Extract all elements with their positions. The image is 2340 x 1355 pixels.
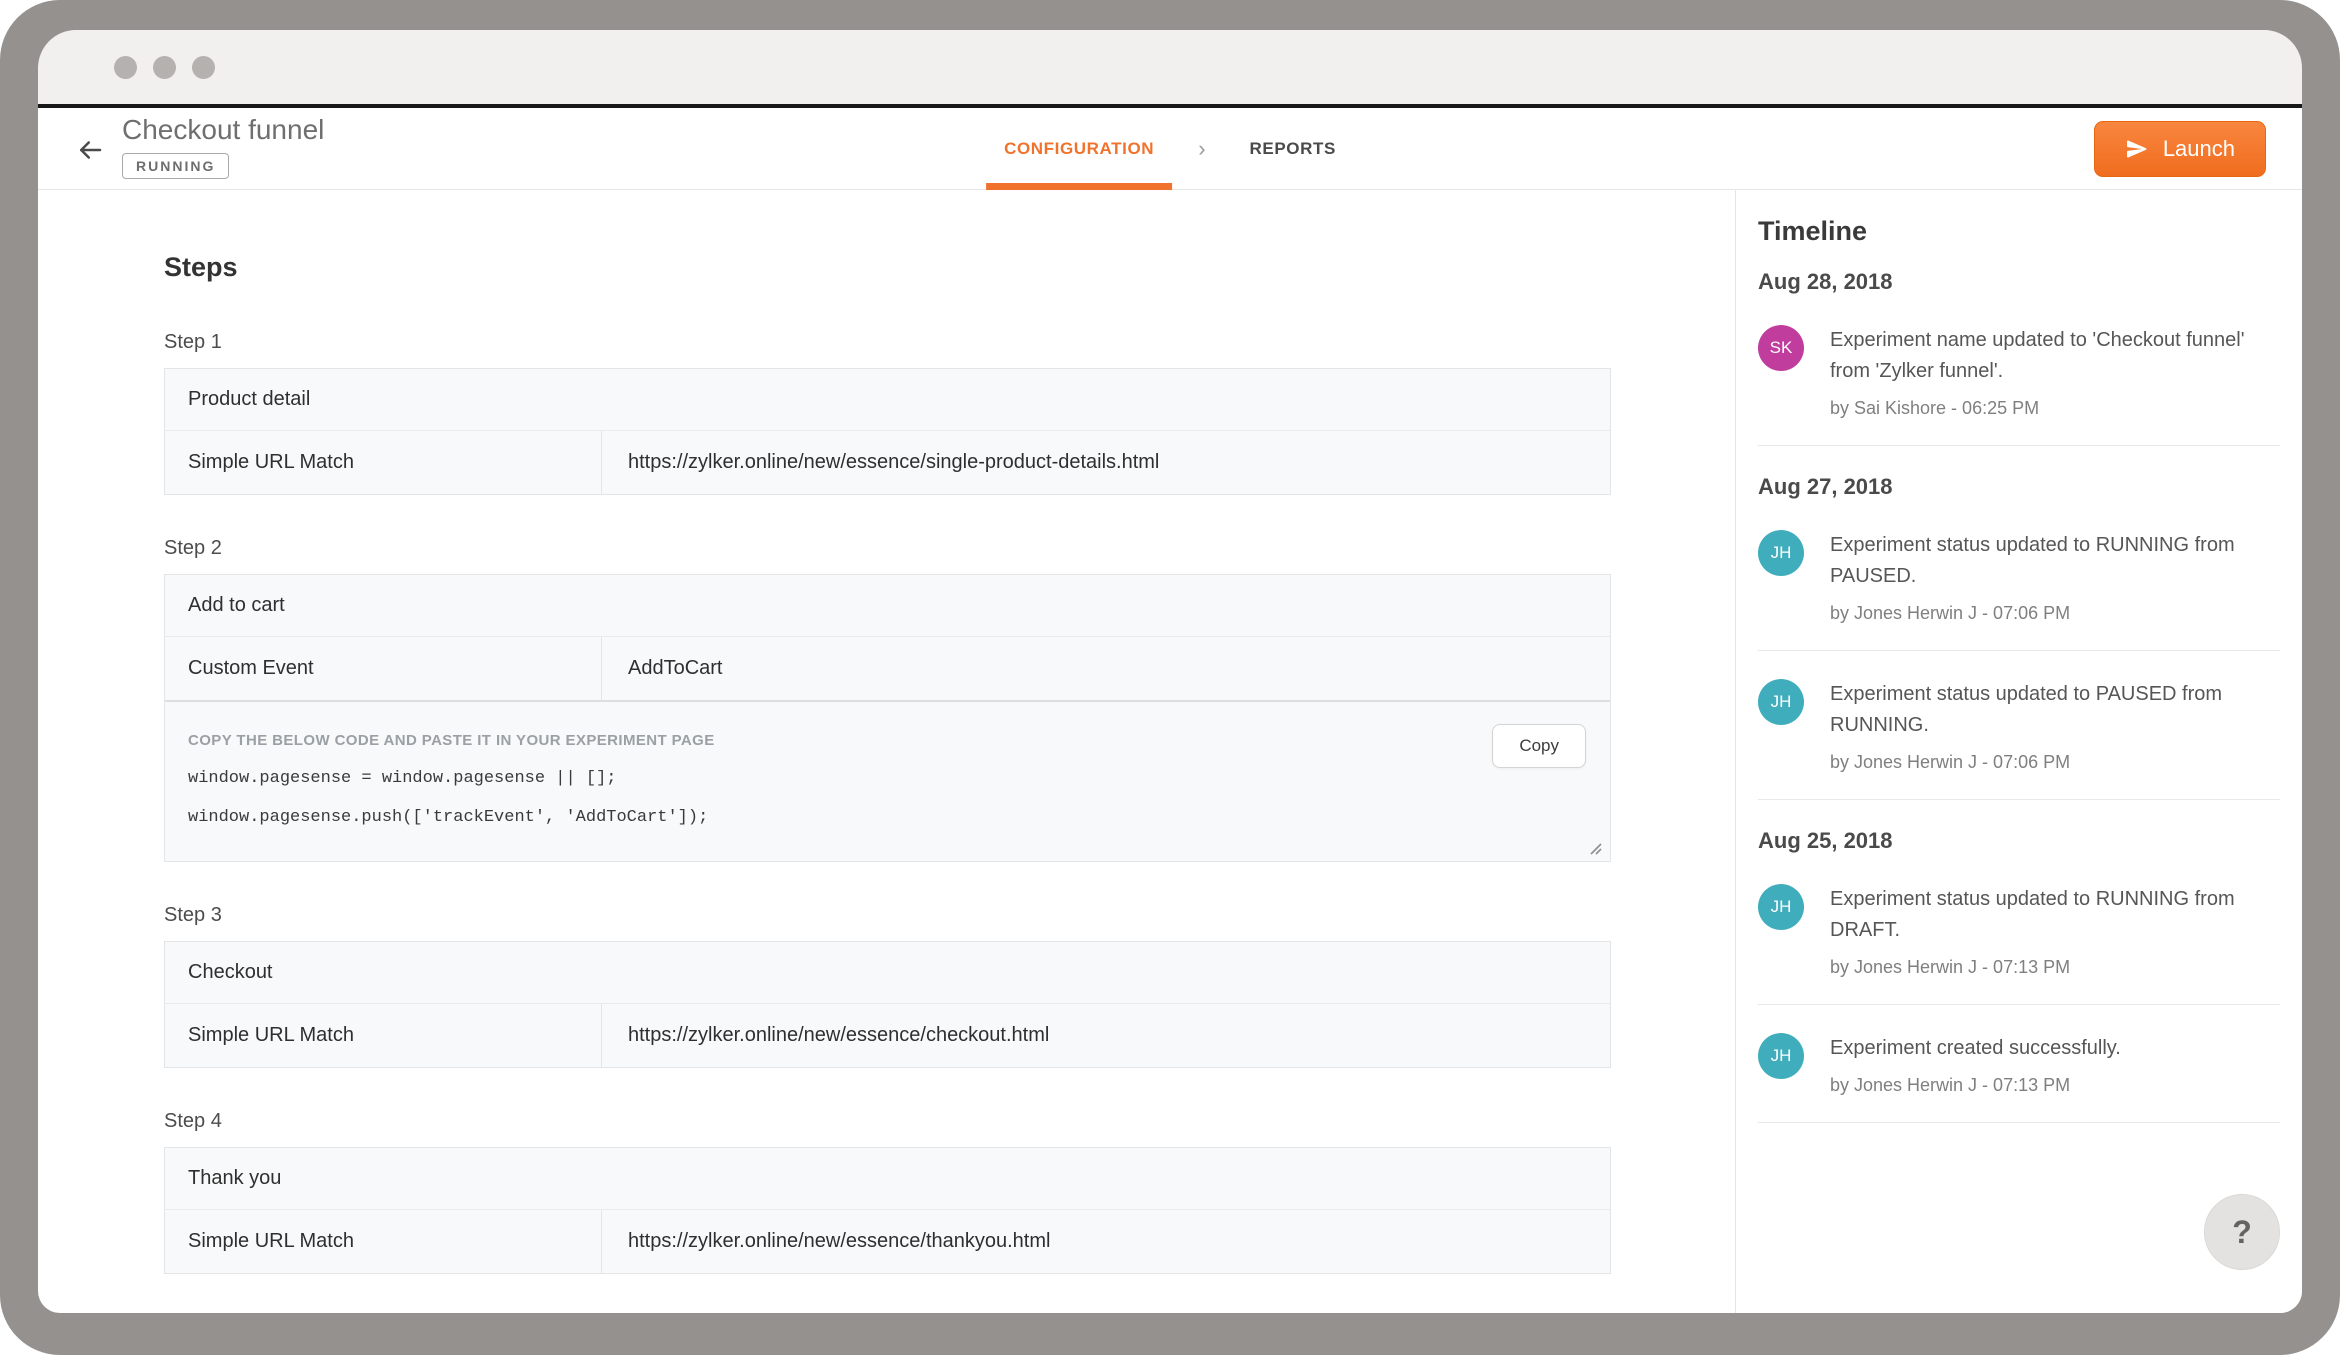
window-control-dots xyxy=(114,56,215,79)
resize-grip-icon[interactable] xyxy=(1587,840,1602,855)
question-mark-icon: ? xyxy=(2232,1214,2252,1251)
step-label: Step 2 xyxy=(164,537,1735,560)
step-table: Checkout Simple URL Match https://zylker… xyxy=(164,941,1611,1068)
step-label: Step 3 xyxy=(164,904,1735,927)
match-value-cell: AddToCart xyxy=(602,637,1610,700)
step-section-2: Step 2 Add to cart Custom Event AddToCar… xyxy=(164,537,1735,862)
timeline-heading: Timeline xyxy=(1758,216,2280,247)
match-type-cell: Custom Event xyxy=(165,637,602,700)
event-message: Experiment created successfully. xyxy=(1830,1033,2266,1064)
step-condition-row: Simple URL Match https://zylker.online/n… xyxy=(165,431,1610,494)
arrow-left-icon xyxy=(75,135,105,165)
status-badge: RUNNING xyxy=(122,153,229,179)
event-body: Experiment status updated to RUNNING fro… xyxy=(1830,884,2266,978)
code-line: window.pagesense = window.pagesense || [… xyxy=(188,769,1582,788)
tab-label: CONFIGURATION xyxy=(1004,139,1154,159)
tab-reports[interactable]: REPORTS xyxy=(1232,108,1354,189)
window-dot-icon xyxy=(153,56,176,79)
step-name-cell: Add to cart xyxy=(165,575,1610,637)
match-type-cell: Simple URL Match xyxy=(165,1004,602,1067)
window-dot-icon xyxy=(114,56,137,79)
event-byline: by Jones Herwin J - 07:06 PM xyxy=(1830,752,2266,773)
code-instruction-label: COPY THE BELOW CODE AND PASTE IT IN YOUR… xyxy=(188,732,1388,749)
event-message: Experiment status updated to RUNNING fro… xyxy=(1830,530,2266,592)
step-section-3: Step 3 Checkout Simple URL Match https:/… xyxy=(164,904,1735,1068)
tab-bar: CONFIGURATION › REPORTS xyxy=(986,108,1354,189)
match-type-cell: Simple URL Match xyxy=(165,1210,602,1273)
match-value-cell: https://zylker.online/new/essence/checko… xyxy=(602,1004,1610,1067)
divider xyxy=(1758,650,2280,651)
experiment-title-block: Checkout funnel RUNNING xyxy=(122,114,324,179)
copy-button[interactable]: Copy xyxy=(1492,724,1586,768)
event-message: Experiment status updated to RUNNING fro… xyxy=(1830,884,2266,946)
code-line: window.pagesense.push(['trackEvent', 'Ad… xyxy=(188,808,1582,827)
timeline-group: Aug 27, 2018 JH Experiment status update… xyxy=(1758,474,2280,800)
divider xyxy=(1758,445,2280,446)
avatar: JH xyxy=(1758,679,1804,725)
event-byline: by Sai Kishore - 06:25 PM xyxy=(1830,398,2266,419)
event-byline: by Jones Herwin J - 07:06 PM xyxy=(1830,603,2266,624)
step-condition-row: Custom Event AddToCart xyxy=(165,637,1610,700)
browser-window-frame: Checkout funnel RUNNING CONFIGURATION › … xyxy=(0,0,2340,1355)
tab-label: REPORTS xyxy=(1250,139,1336,159)
avatar: JH xyxy=(1758,884,1804,930)
event-body: Experiment status updated to PAUSED from… xyxy=(1830,679,2266,773)
step-name-cell: Thank you xyxy=(165,1148,1610,1210)
launch-button[interactable]: Launch xyxy=(2094,121,2266,177)
step-label: Step 4 xyxy=(164,1110,1735,1133)
page: Checkout funnel RUNNING CONFIGURATION › … xyxy=(38,104,2302,1313)
timeline-date: Aug 25, 2018 xyxy=(1758,828,2280,854)
tab-configuration[interactable]: CONFIGURATION xyxy=(986,108,1172,189)
divider xyxy=(1758,1004,2280,1005)
event-byline: by Jones Herwin J - 07:13 PM xyxy=(1830,1075,2266,1096)
timeline-sidebar: Timeline Aug 28, 2018 SK Experiment name… xyxy=(1735,190,2302,1313)
timeline-group: Aug 28, 2018 SK Experiment name updated … xyxy=(1758,269,2280,446)
step-table: Add to cart Custom Event AddToCart COPY … xyxy=(164,574,1611,862)
paper-plane-icon xyxy=(2125,137,2149,161)
page-title: Checkout funnel xyxy=(122,114,324,146)
step-table: Product detail Simple URL Match https://… xyxy=(164,368,1611,495)
code-snippet-textarea[interactable]: COPY THE BELOW CODE AND PASTE IT IN YOUR… xyxy=(165,700,1610,861)
steps-heading: Steps xyxy=(164,252,1735,283)
divider xyxy=(1758,1122,2280,1123)
match-value-cell: https://zylker.online/new/essence/thanky… xyxy=(602,1210,1610,1273)
step-label: Step 1 xyxy=(164,331,1735,354)
timeline-event: SK Experiment name updated to 'Checkout … xyxy=(1758,325,2280,419)
step-section-1: Step 1 Product detail Simple URL Match h… xyxy=(164,331,1735,495)
step-table: Thank you Simple URL Match https://zylke… xyxy=(164,1147,1611,1274)
step-condition-row: Simple URL Match https://zylker.online/n… xyxy=(165,1210,1610,1273)
back-button[interactable] xyxy=(72,132,108,168)
step-condition-row: Simple URL Match https://zylker.online/n… xyxy=(165,1004,1610,1067)
timeline-group: Aug 25, 2018 JH Experiment status update… xyxy=(1758,828,2280,1123)
step-name-cell: Product detail xyxy=(165,369,1610,431)
launch-button-label: Launch xyxy=(2163,136,2235,162)
divider xyxy=(1758,799,2280,800)
event-body: Experiment status updated to RUNNING fro… xyxy=(1830,530,2266,624)
event-body: Experiment name updated to 'Checkout fun… xyxy=(1830,325,2266,419)
timeline-date: Aug 28, 2018 xyxy=(1758,269,2280,295)
event-body: Experiment created successfully. by Jone… xyxy=(1830,1033,2266,1096)
match-value-cell: https://zylker.online/new/essence/single… xyxy=(602,431,1610,494)
timeline-event: JH Experiment status updated to RUNNING … xyxy=(1758,530,2280,624)
timeline-event: JH Experiment status updated to PAUSED f… xyxy=(1758,679,2280,773)
event-byline: by Jones Herwin J - 07:13 PM xyxy=(1830,957,2266,978)
avatar: JH xyxy=(1758,1033,1804,1079)
step-name-cell: Checkout xyxy=(165,942,1610,1004)
configuration-panel: Steps Step 1 Product detail Simple URL M… xyxy=(38,190,1735,1313)
event-message: Experiment name updated to 'Checkout fun… xyxy=(1830,325,2266,387)
match-type-cell: Simple URL Match xyxy=(165,431,602,494)
timeline-date: Aug 27, 2018 xyxy=(1758,474,2280,500)
timeline-event: JH Experiment created successfully. by J… xyxy=(1758,1033,2280,1096)
event-message: Experiment status updated to PAUSED from… xyxy=(1830,679,2266,741)
content-row: Steps Step 1 Product detail Simple URL M… xyxy=(38,190,2302,1313)
page-header: Checkout funnel RUNNING CONFIGURATION › … xyxy=(38,108,2302,190)
timeline-event: JH Experiment status updated to RUNNING … xyxy=(1758,884,2280,978)
help-button[interactable]: ? xyxy=(2204,1194,2280,1270)
window-dot-icon xyxy=(192,56,215,79)
avatar: JH xyxy=(1758,530,1804,576)
step-section-4: Step 4 Thank you Simple URL Match https:… xyxy=(164,1110,1735,1274)
browser-chrome-bar xyxy=(38,30,2302,104)
avatar: SK xyxy=(1758,325,1804,371)
chevron-right-icon: › xyxy=(1198,136,1205,162)
